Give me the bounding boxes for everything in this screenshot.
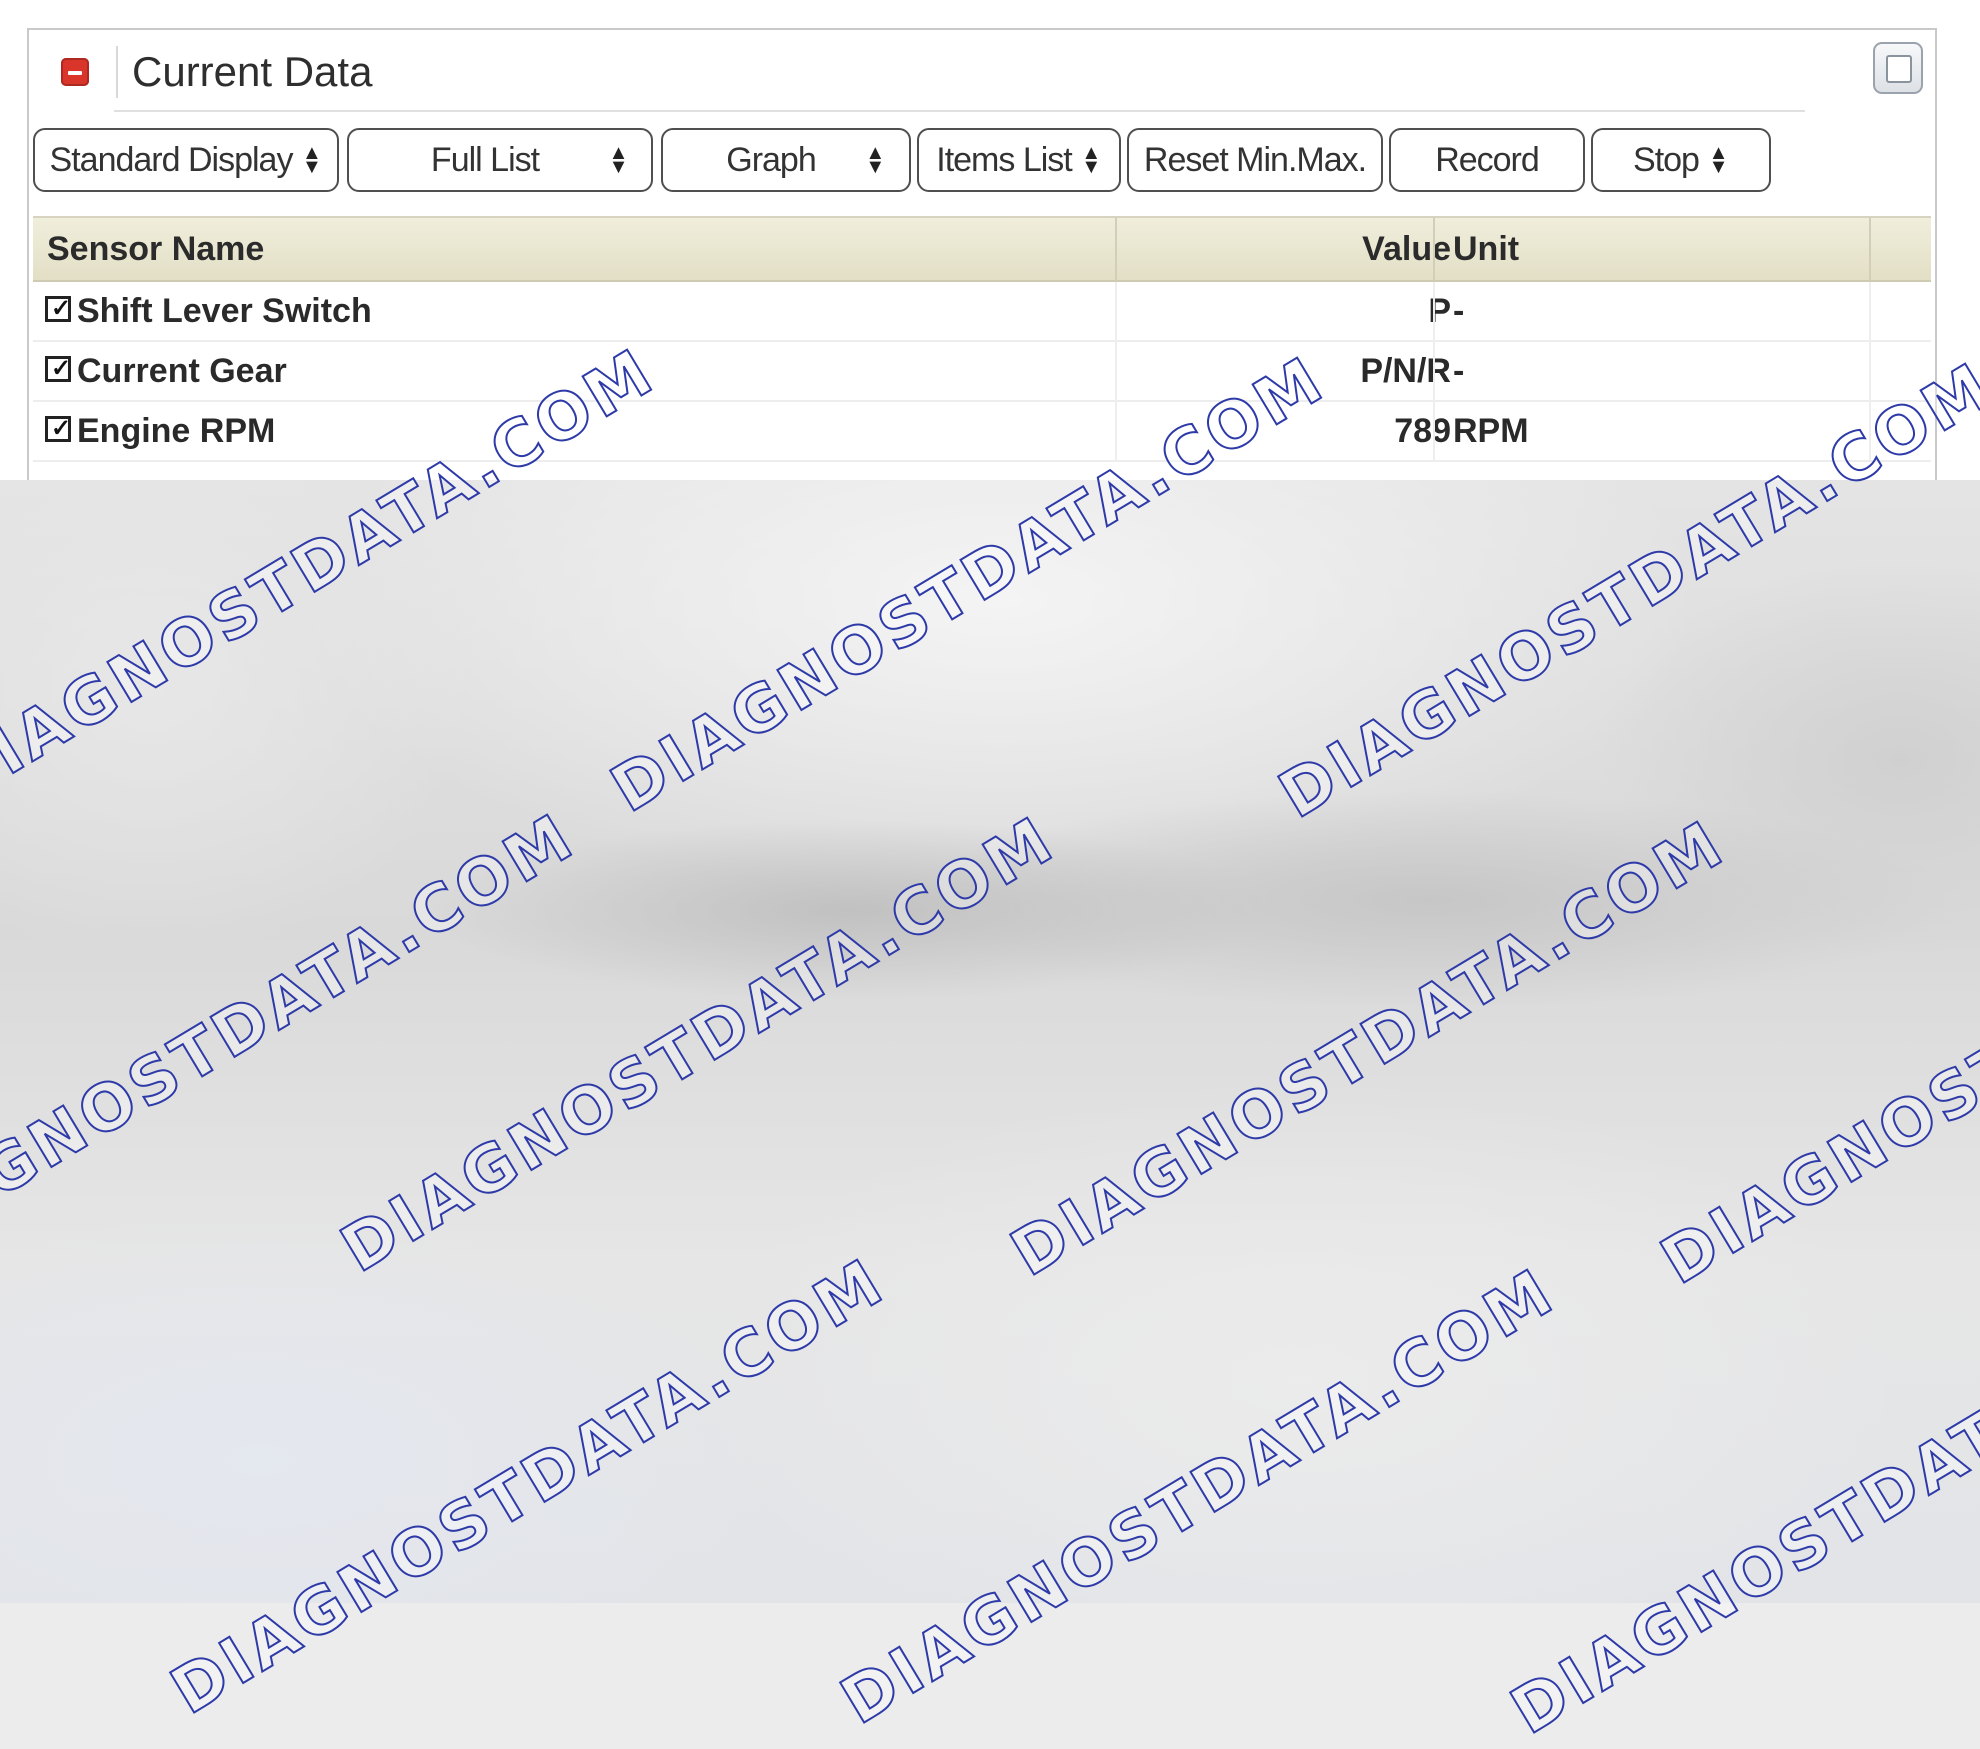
standard-display-label: Standard Display [49, 140, 294, 179]
sensor-name-cell: Engine RPM [77, 412, 276, 450]
up-down-arrows-icon: ▲ ▼ [1708, 142, 1729, 178]
column-divider [1115, 342, 1117, 400]
maximize-icon[interactable] [1873, 42, 1923, 94]
column-divider [1869, 282, 1871, 340]
unit-header[interactable]: Unit [1453, 230, 1519, 269]
full-list-select[interactable]: Full List ▲ ▼ [347, 128, 653, 192]
sensor-data-grid: Sensor Name Value Unit ✓ Shift Lever Swi… [33, 216, 1931, 462]
panel-title-bar: Current Data [29, 30, 1935, 112]
screenshot-panel-area: Current Data Standard Display ▲ ▼ Full Li… [0, 0, 1980, 480]
graph-label: Graph [726, 140, 816, 179]
table-row[interactable]: ✓ Current Gear P/N/R - [33, 342, 1931, 402]
column-divider [1115, 282, 1117, 340]
unit-cell: - [1453, 292, 1465, 330]
column-divider [1433, 342, 1435, 400]
column-divider [1115, 218, 1117, 280]
stop-select[interactable]: Stop ▲ ▼ [1591, 128, 1771, 192]
checkmark-icon: ✓ [51, 295, 72, 322]
row-checkbox[interactable]: ✓ [45, 356, 71, 382]
title-rule [114, 110, 1805, 112]
sensor-name-header[interactable]: Sensor Name [47, 230, 264, 269]
checkmark-icon: ✓ [51, 355, 72, 382]
checkmark-icon: ✓ [51, 415, 72, 442]
up-down-arrows-icon: ▲ ▼ [302, 142, 322, 178]
up-down-arrows-icon: ▲ ▼ [1081, 142, 1101, 178]
stop-label: Stop [1633, 140, 1700, 179]
up-down-arrows-icon: ▲ ▼ [865, 142, 885, 178]
blurred-background [0, 480, 1980, 1603]
graph-select[interactable]: Graph ▲ ▼ [661, 128, 911, 192]
row-checkbox[interactable]: ✓ [45, 416, 71, 442]
current-data-panel: Current Data Standard Display ▲ ▼ Full Li… [27, 28, 1937, 480]
value-header[interactable]: Value [1362, 230, 1451, 269]
table-row[interactable]: ✓ Engine RPM 789 RPM [33, 402, 1931, 462]
title-divider [116, 46, 118, 98]
items-list-label: Items List [936, 140, 1072, 179]
sensor-name-cell: Current Gear [77, 352, 287, 390]
column-divider [1433, 282, 1435, 340]
table-row[interactable]: ✓ Shift Lever Switch P - [33, 282, 1931, 342]
value-cell: 789 [1394, 412, 1451, 450]
sensor-name-cell: Shift Lever Switch [77, 292, 372, 330]
up-down-arrows-icon: ▲ ▼ [608, 142, 629, 178]
column-divider [1433, 402, 1435, 460]
unit-cell: - [1453, 352, 1465, 390]
record-button[interactable]: Record [1389, 128, 1585, 192]
row-checkbox[interactable]: ✓ [45, 296, 71, 322]
grid-header: Sensor Name Value Unit [33, 216, 1931, 282]
collapse-icon[interactable] [61, 58, 89, 86]
reset-min-max-button[interactable]: Reset Min.Max. [1127, 128, 1383, 192]
column-divider [1869, 218, 1871, 280]
full-list-label: Full List [430, 140, 540, 179]
panel-title: Current Data [132, 48, 373, 95]
unit-cell: RPM [1453, 412, 1529, 450]
value-cell: P [1428, 292, 1451, 330]
column-divider [1869, 342, 1871, 400]
value-cell: P/N/R [1360, 352, 1451, 390]
standard-display-select[interactable]: Standard Display ▲ ▼ [33, 128, 339, 192]
column-divider [1433, 218, 1435, 280]
toolbar: Standard Display ▲ ▼ Full List ▲ ▼ Graph ▲… [29, 128, 1935, 194]
items-list-select[interactable]: Items List ▲ ▼ [917, 128, 1121, 192]
